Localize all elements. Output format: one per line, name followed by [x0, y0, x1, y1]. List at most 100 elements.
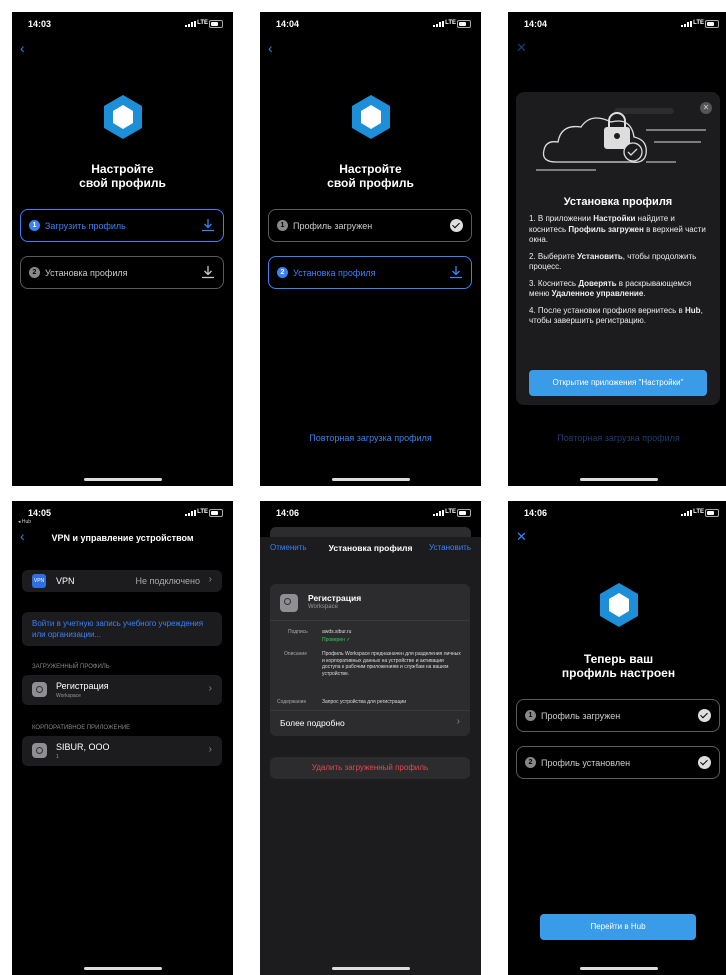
settings-gear-icon — [32, 682, 47, 697]
status-time: 14:06 — [276, 508, 300, 518]
profile-downloaded-row[interactable]: 1 Профиль загружен — [268, 209, 472, 242]
status-bar: 14:06 LTE — [260, 501, 481, 525]
home-indicator — [332, 478, 410, 481]
remove-profile-button[interactable]: Удалить загруженный профиль — [270, 757, 470, 779]
status-bar: 14:06 LTE — [508, 501, 726, 525]
back-chevron-icon[interactable]: ‹ — [20, 40, 25, 56]
profile-name: Регистрация — [56, 681, 109, 691]
corp-name: SIBUR, ООО — [56, 742, 110, 752]
install-button[interactable]: Установить — [429, 543, 471, 552]
screen-vpn-device-management: 14:05 LTE ◂ Hub ‹ VPN и управление устро… — [12, 501, 233, 975]
download-profile-button[interactable]: 1 Загрузить профиль — [20, 209, 224, 242]
title-line1: Настройте — [339, 162, 402, 176]
workspace-logo-icon — [352, 95, 390, 139]
divider — [270, 710, 470, 711]
vpn-row[interactable]: VPN VPN Не подключено › — [22, 570, 222, 592]
description-value: Профиль Workspace предназначен для разде… — [322, 651, 461, 677]
more-details-link[interactable]: Более подробно — [280, 718, 345, 728]
status-bar: 14:03 LTE — [12, 12, 233, 36]
verified-badge: Проверен ✓ — [322, 637, 351, 643]
step-label: Установка профиля — [293, 268, 376, 278]
step-label: Установка профиля — [45, 268, 128, 278]
signed-value: awds.sibur.ru — [322, 629, 352, 635]
corporate-app-row[interactable]: SIBUR, ООО 1 › — [22, 736, 222, 766]
status-time: 14:03 — [28, 19, 52, 29]
description-label: Описание — [284, 651, 308, 657]
download-icon — [202, 219, 214, 232]
status-time: 14:06 — [524, 508, 548, 518]
network-label: LTE — [693, 20, 704, 26]
downloaded-profile-row[interactable]: Регистрация Workspace › — [22, 675, 222, 705]
instruction-step-4: 4. После установки профиля вернитесь в H… — [529, 305, 703, 326]
close-icon[interactable]: ✕ — [516, 40, 527, 56]
profile-downloaded-row: 1 Профиль загружен — [516, 699, 720, 732]
status-bar: 14:04 LTE — [508, 12, 726, 36]
signal-icon — [681, 21, 693, 27]
home-indicator — [580, 967, 658, 970]
network-label: LTE — [445, 20, 456, 26]
home-indicator — [332, 967, 410, 970]
step-label: Профиль загружен — [541, 711, 621, 721]
step-label: Загрузить профиль — [45, 221, 126, 231]
go-to-hub-button[interactable]: Перейти в Hub — [540, 914, 696, 940]
status-bar: 14:04 LTE — [260, 12, 481, 36]
signal-icon — [681, 510, 693, 516]
status-bar: 14:05 LTE — [12, 501, 233, 525]
sign-in-organization-row[interactable]: Войти в учетную запись учебного учрежден… — [22, 612, 222, 646]
sheet-stack — [270, 527, 471, 537]
install-profile-button[interactable]: 2 Установка профиля — [268, 256, 472, 289]
home-indicator — [580, 478, 658, 481]
screen-install-instructions: 14:04 LTE ✕ ✕ Установка профиля 1. В при… — [508, 12, 726, 486]
corp-sub: 1 — [56, 754, 59, 760]
workspace-logo-icon — [104, 95, 142, 139]
battery-icon — [705, 20, 719, 28]
screen-install-profile-sheet: 14:06 LTE Отменить Установка профиля Уст… — [260, 501, 481, 975]
install-profile-button[interactable]: 2 Установка профиля — [20, 256, 224, 289]
screen-profile-configured: 14:06 LTE ✕ Теперь ваш профиль настроен … — [508, 501, 726, 975]
profile-details-card: Регистрация Workspace Подпись awds.sibur… — [270, 584, 470, 736]
install-profile-modal: ✕ Установка профиля 1. В приложении Наст… — [516, 92, 720, 405]
settings-gear-icon — [32, 743, 47, 758]
content-value: Запрос устройства для регистрации — [322, 699, 407, 705]
sign-in-link[interactable]: Войти в учетную запись учебного учрежден… — [32, 618, 214, 640]
back-chevron-icon[interactable]: ‹ — [268, 40, 273, 56]
divider — [270, 620, 470, 621]
title-line2: профиль настроен — [561, 666, 676, 680]
cloud-lock-illustration-icon — [536, 108, 706, 171]
instruction-step-1: 1. В приложении Настройки найдите и косн… — [529, 214, 706, 244]
battery-icon — [209, 509, 223, 517]
back-to-app-link[interactable]: ◂ Hub — [18, 519, 31, 525]
checkmark-icon — [450, 219, 463, 232]
screen-setup-profile-step1: 14:03 LTE ‹ Настройте свой профиль 1 Заг… — [12, 12, 233, 486]
corporate-app-section: КОРПОРАТИВНОЕ ПРИЛОЖЕНИЕ — [32, 725, 131, 731]
instruction-step-2: 2. Выберите Установить, чтобы продолжить… — [529, 251, 697, 272]
battery-icon — [209, 20, 223, 28]
retry-download-link[interactable]: Повторная загрузка профиля — [260, 433, 481, 443]
open-settings-button[interactable]: Открытие приложения "Настройки" — [529, 370, 707, 396]
step-number-badge: 1 — [29, 220, 40, 231]
vpn-label: VPN — [56, 576, 75, 586]
chevron-right-icon: › — [208, 744, 212, 755]
instruction-step-3: 3. Коснитесь Доверять в раскрывающемся м… — [529, 278, 692, 299]
step-number-badge: 1 — [525, 710, 536, 721]
battery-icon — [457, 509, 471, 517]
title-line2: свой профиль — [327, 176, 414, 190]
status-time: 14:04 — [276, 19, 300, 29]
status-time: 14:04 — [524, 19, 548, 29]
battery-icon — [705, 509, 719, 517]
vpn-icon: VPN — [32, 574, 46, 588]
settings-gear-icon — [280, 594, 298, 612]
close-icon[interactable]: ✕ — [516, 529, 527, 545]
retry-download-link[interactable]: Повторная загрузка профиля — [508, 433, 726, 443]
network-label: LTE — [693, 509, 704, 515]
home-indicator — [84, 478, 162, 481]
signal-icon — [185, 510, 197, 516]
profile-name: Регистрация — [308, 593, 362, 603]
title-line1: Теперь ваш — [583, 652, 654, 666]
title-line1: Настройте — [91, 162, 154, 176]
network-label: LTE — [197, 20, 208, 26]
page-title: Теперь ваш профиль настроен — [508, 652, 726, 680]
page-title: VPN и управление устройством — [51, 533, 194, 543]
chevron-right-icon: › — [456, 716, 460, 727]
step-number-badge: 2 — [277, 267, 288, 278]
